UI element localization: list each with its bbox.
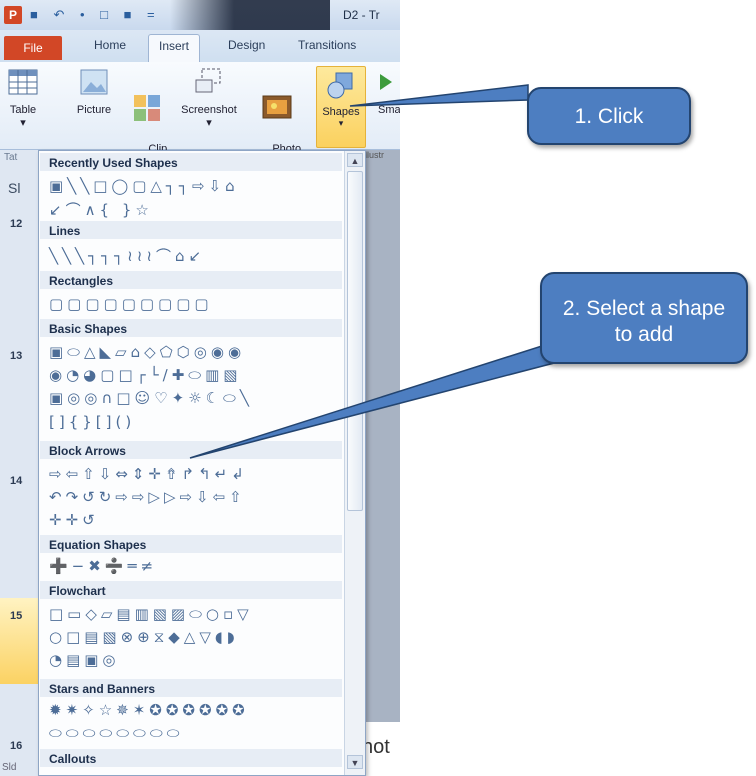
callout-click: 1. Click: [527, 87, 691, 145]
group-label-tables: Tat: [4, 152, 18, 163]
powerpoint-screenshot: P ■ ↶ • □ ■ = D2 - Tr File Home Insert D…: [0, 0, 756, 776]
pointer-to-shapes: [349, 84, 529, 107]
pointer-to-block-arrows: [189, 344, 560, 459]
callout-select-shape: 2. Select a shape to add: [540, 272, 748, 364]
slide-number: 15: [10, 610, 23, 622]
